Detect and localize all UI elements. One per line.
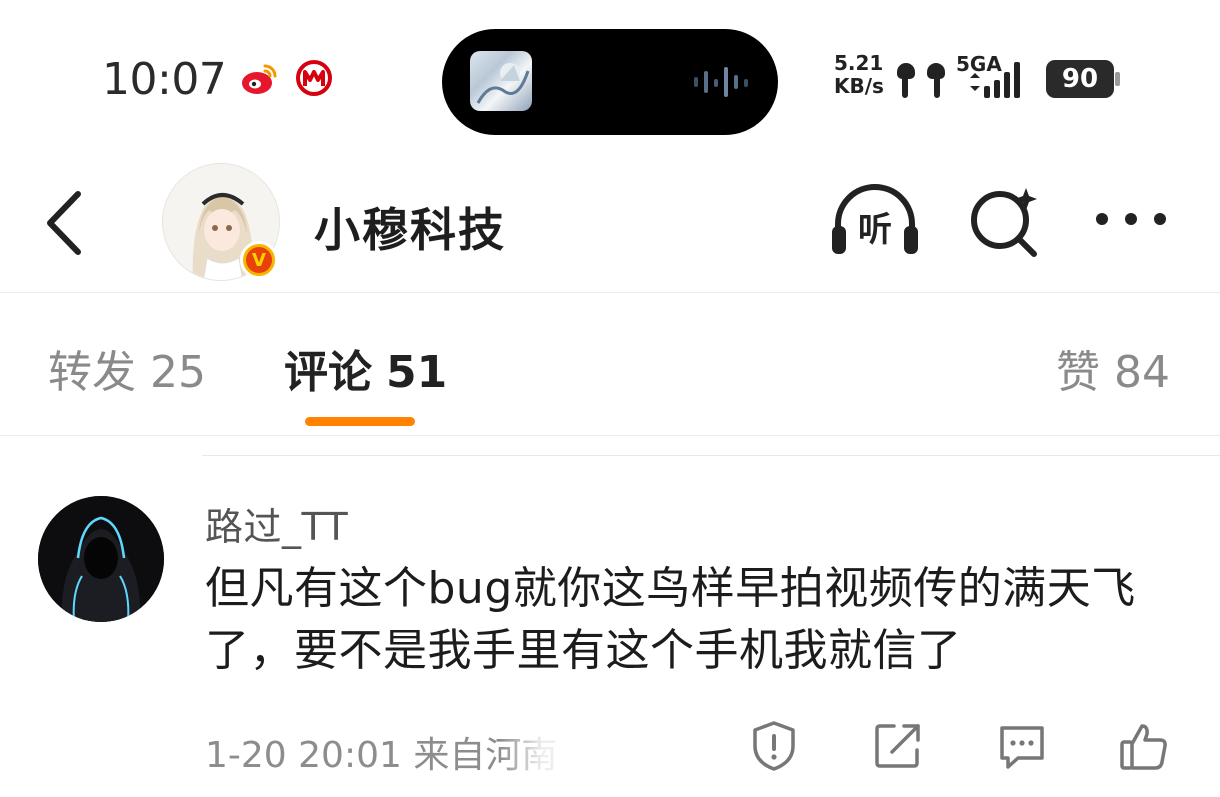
tab-likes-count: 84 [1114,347,1170,398]
like-icon[interactable] [1118,720,1170,772]
listen-label: 听 [858,210,892,250]
net-speed-unit: KB/s [834,74,884,98]
tabs-divider [0,435,1220,436]
weibo-icon [242,64,277,94]
network-speed: 5.21 KB/s [834,52,894,98]
verified-letter: V [246,247,272,273]
status-time: 10:07 [102,54,227,105]
commenter-name[interactable]: 路过_TT [205,496,348,551]
account-avatar-wrap[interactable]: V [162,163,280,281]
battery-icon: 90 [1046,60,1120,98]
now-playing-artwork [470,51,532,111]
search-sparkle-icon[interactable] [966,184,1046,258]
comment-divider [202,455,1220,456]
reply-icon[interactable] [996,720,1048,772]
back-arrow-icon[interactable] [40,188,90,258]
comment-text: 但凡有这个bug就你这鸟样早拍视频传的满天飞了，要不是我手里有这个手机我就信了 [205,563,1136,676]
commenter-avatar[interactable] [38,496,164,622]
active-tab-indicator [305,417,415,426]
earbuds-icon [897,63,945,98]
tab-repost-count: 25 [150,347,206,398]
tab-comments[interactable]: 评论 51 [284,336,447,400]
tab-comments-count: 51 [386,347,448,398]
weibo-comments-screen: 10:07 5.21 KB/s 5GA 90 V 小穆科技 听 转发 25 评论… [0,0,1220,797]
audio-wave-icon [694,67,748,97]
tab-comments-label: 评论 [284,347,372,398]
listen-button[interactable]: 听 [828,184,922,256]
header-divider [0,292,1220,293]
tab-likes[interactable]: 赞 84 [1056,336,1170,400]
tab-repost[interactable]: 转发 25 [48,336,206,400]
more-dots-icon[interactable] [1092,204,1170,234]
share-icon[interactable] [872,720,924,772]
dynamic-island[interactable] [442,29,778,135]
battery-level: 90 [1046,60,1114,98]
tab-likes-label: 赞 [1056,347,1100,398]
verified-badge: V [240,241,278,279]
tab-repost-label: 转发 [48,347,136,398]
battery-tip [1115,72,1120,86]
bank-icon [296,60,332,96]
report-icon[interactable] [748,720,800,772]
net-speed-value: 5.21 [834,51,884,75]
signal-icon [970,62,1020,98]
watermark-blur [500,734,710,784]
account-name[interactable]: 小穆科技 [314,194,506,260]
